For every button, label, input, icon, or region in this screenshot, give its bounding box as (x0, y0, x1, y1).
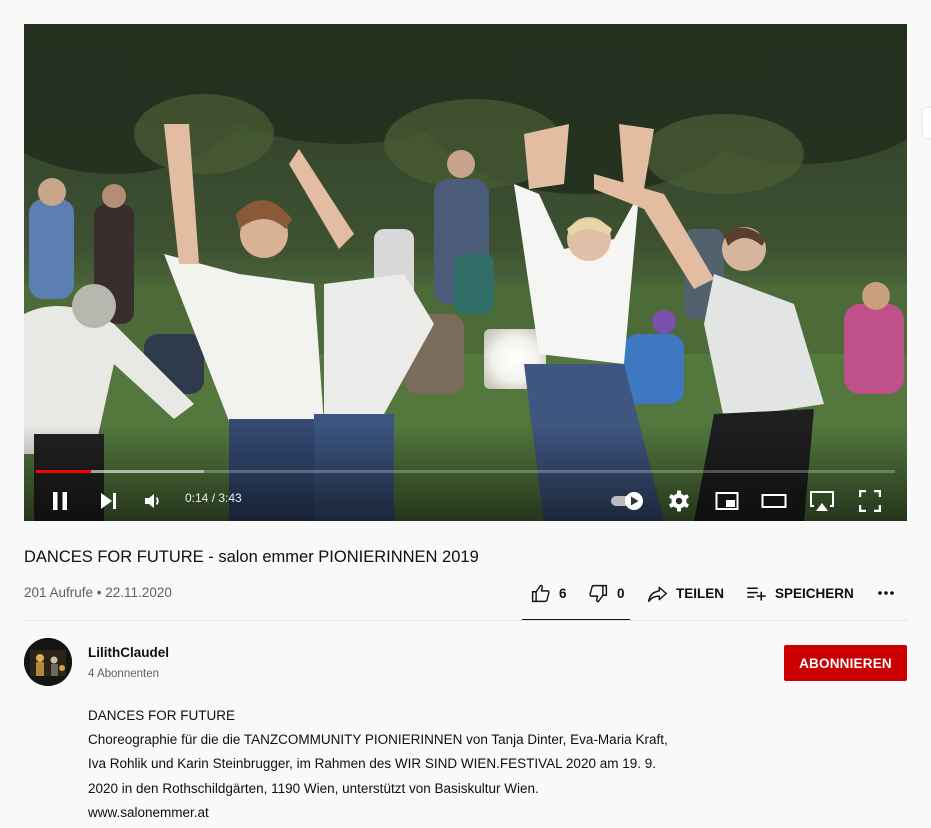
playlist-add-icon (747, 587, 766, 601)
progress-bar[interactable] (36, 470, 895, 473)
settings-button[interactable] (665, 487, 693, 515)
volume-button[interactable] (139, 487, 167, 515)
more-actions-button[interactable] (877, 589, 903, 597)
description-line: DANCES FOR FUTURE (88, 708, 236, 723)
next-button[interactable] (94, 487, 122, 515)
fullscreen-button[interactable] (855, 487, 885, 515)
share-icon (648, 586, 667, 603)
player-controls: 0:14 / 3:43 (24, 479, 907, 521)
cast-button[interactable] (807, 487, 837, 515)
video-description: DANCES FOR FUTURE Choreographie für die … (88, 704, 728, 825)
description-line: Choreographie für die die TANZCOMMUNITY … (88, 732, 668, 748)
dislike-button[interactable]: 0 (588, 583, 625, 604)
progress-played (36, 470, 91, 473)
miniplayer-icon (715, 492, 739, 510)
video-title: DANCES FOR FUTURE - salon emmer PIONIERI… (24, 548, 479, 566)
subscriber-count: 4 Abonnenten (88, 668, 159, 680)
share-button[interactable]: TEILEN (647, 583, 724, 604)
autoplay-toggle[interactable] (609, 487, 647, 515)
volume-icon (145, 494, 159, 508)
description-link[interactable]: www.salonemmer.at (88, 801, 728, 825)
subscribe-button[interactable]: ABONNIEREN (784, 645, 907, 681)
more-horiz-icon (878, 591, 894, 595)
description-line: 2020 in den Rothschildgärten, 1190 Wien,… (88, 780, 539, 796)
channel-name[interactable]: LilithClaudel (88, 645, 169, 660)
miniplayer-button[interactable] (712, 487, 742, 515)
dislike-count: 0 (617, 586, 625, 601)
gear-icon (669, 490, 689, 512)
theater-mode-button[interactable] (759, 487, 789, 515)
cast-icon (810, 491, 834, 511)
like-count: 6 (559, 586, 567, 601)
fullscreen-icon (859, 490, 881, 512)
video-frame (24, 24, 907, 521)
description-line: Iva Rohlik und Karin Steinbrugger, im Ra… (88, 756, 656, 772)
time-display: 0:14 / 3:43 (185, 491, 242, 505)
avatar-image (24, 638, 72, 686)
next-icon (101, 493, 116, 509)
video-player[interactable]: 0:14 / 3:43 (24, 24, 907, 521)
pause-button[interactable] (46, 487, 74, 515)
theater-mode-icon (761, 494, 787, 508)
thumbs-down-icon (589, 584, 608, 603)
divider (24, 620, 907, 621)
autoplay-toggle-icon (611, 492, 643, 510)
thumbs-up-icon (531, 584, 550, 603)
save-button[interactable]: SPEICHERN (745, 583, 854, 604)
like-button[interactable]: 6 (530, 583, 567, 604)
side-panel-edge (923, 108, 931, 138)
channel-avatar[interactable] (24, 638, 72, 686)
save-label: SPEICHERN (775, 586, 854, 601)
share-label: TEILEN (676, 586, 725, 601)
video-meta: 201 Aufrufe • 22.11.2020 (24, 585, 172, 600)
pause-icon (53, 492, 67, 510)
